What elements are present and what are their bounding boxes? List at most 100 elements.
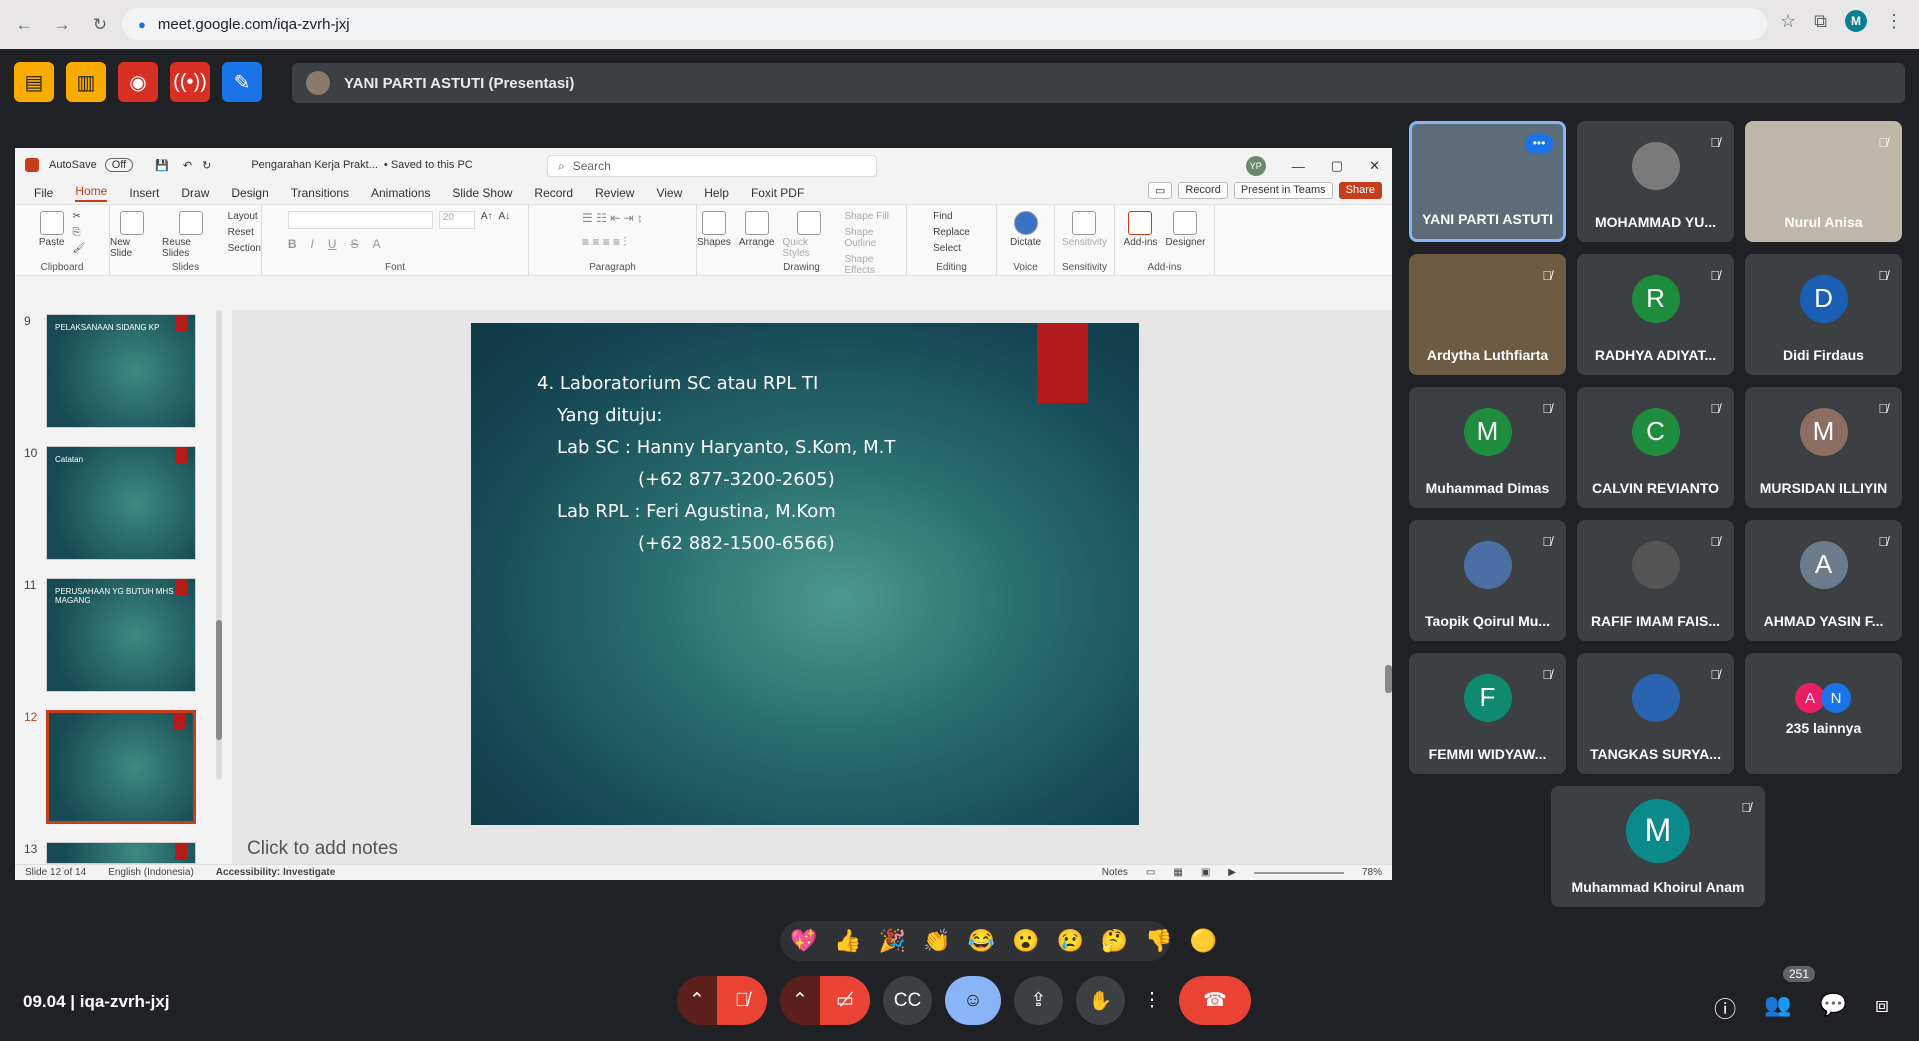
whiteboard-icon[interactable]: ▥ <box>66 62 106 102</box>
zoom-slider[interactable] <box>1253 871 1344 874</box>
zoom-level[interactable]: 78% <box>1362 867 1382 878</box>
font-color-icon[interactable]: A <box>373 237 381 251</box>
more-options-icon[interactable]: ••• <box>1525 134 1553 154</box>
others-tile[interactable]: A N 235 lainnya <box>1745 653 1902 774</box>
reaction-surprised[interactable]: 😮 <box>1012 928 1039 954</box>
accessibility-status[interactable]: Accessibility: Investigate <box>216 867 336 878</box>
reaction-sad[interactable]: 😢 <box>1056 928 1083 954</box>
participant-tile[interactable]: 🎙̸ TANGKAS SURYA... <box>1577 653 1734 774</box>
undo-icon[interactable]: ↶ <box>183 159 192 172</box>
reaction-thinking[interactable]: 🤔 <box>1101 928 1128 954</box>
participant-tile[interactable]: 🎙̸ M Muhammad Khoirul Anam <box>1551 786 1765 907</box>
grow-font-icon[interactable]: A↑ <box>481 211 493 229</box>
back-icon[interactable]: ← <box>10 11 38 39</box>
menu-file[interactable]: File <box>34 186 53 200</box>
meeting-info-icon[interactable]: ⓘ <box>1714 992 1736 1024</box>
menu-slide-show[interactable]: Slide Show <box>452 186 512 200</box>
copy-icon[interactable]: ⎘ <box>72 227 85 238</box>
present-in-teams-button[interactable]: Present in Teams <box>1233 182 1333 199</box>
cut-icon[interactable]: ✂ <box>72 211 85 222</box>
maximize-icon[interactable]: ▢ <box>1331 158 1343 174</box>
slide-thumbnail[interactable]: Catatan <box>46 446 196 560</box>
participant-tile[interactable]: 🎙̸ F FEMMI WIDYAW... <box>1409 653 1566 774</box>
save-icon[interactable]: 💾 <box>155 159 169 172</box>
redo-icon[interactable]: ↻ <box>202 159 211 172</box>
comments-icon[interactable]: ▭ <box>1147 182 1173 199</box>
reactions-button[interactable]: ☺ <box>945 976 1001 1025</box>
minimize-icon[interactable]: — <box>1292 159 1305 174</box>
raise-hand-button[interactable]: ✋ <box>1076 976 1125 1025</box>
menu-animations[interactable]: Animations <box>371 186 430 200</box>
people-icon[interactable]: 👥 <box>1764 992 1791 1024</box>
notes-placeholder[interactable]: Click to add notes <box>247 838 398 860</box>
reaction-thumbs-up[interactable]: 👍 <box>834 928 861 954</box>
participant-tile[interactable]: 🎙̸ M MURSIDAN ILLIYIN <box>1745 387 1902 508</box>
live-stream-icon[interactable]: ((•)) <box>170 62 210 102</box>
leave-call-button[interactable]: ☎ <box>1179 976 1251 1025</box>
menu-foxit-pdf[interactable]: Foxit PDF <box>751 186 804 200</box>
participant-tile[interactable]: 🎙̸ Nurul Anisa <box>1745 121 1902 242</box>
close-icon[interactable]: ✕ <box>1369 158 1380 174</box>
participant-tile[interactable]: 🎙̸ Ardytha Luthfiarta <box>1409 254 1566 375</box>
thumbnail-scrollbar[interactable] <box>216 310 222 780</box>
notes-button[interactable]: Notes <box>1102 867 1128 878</box>
recording-icon[interactable]: ◉ <box>118 62 158 102</box>
find-button[interactable]: Find <box>933 211 970 222</box>
slide-thumbnail-selected[interactable] <box>46 710 196 824</box>
slide-thumbnail[interactable]: PERUSAHAAN YG BUTUH MHS MAGANG <box>46 578 196 692</box>
menu-insert[interactable]: Insert <box>129 186 159 200</box>
reaction-heart[interactable]: 💖 <box>790 928 817 954</box>
format-painter-icon[interactable]: 🖌 <box>72 243 85 254</box>
slideshow-icon[interactable]: ▶ <box>1228 867 1236 878</box>
activities-icon[interactable]: ⧈ <box>1875 992 1889 1024</box>
captions-off-icon[interactable]: ▤ <box>14 62 54 102</box>
participant-tile[interactable]: 🎙̸ Taopik Qoirul Mu... <box>1409 520 1566 641</box>
shrink-font-icon[interactable]: A↓ <box>499 211 511 229</box>
menu-help[interactable]: Help <box>704 186 729 200</box>
menu-record[interactable]: Record <box>534 186 573 200</box>
layout-button[interactable]: Layout <box>228 211 261 222</box>
participant-tile[interactable]: 🎙̸ A AHMAD YASIN F... <box>1745 520 1902 641</box>
align-icon[interactable]: ≡ ≡ ≡ ≡ ⫶ <box>582 235 643 250</box>
user-avatar[interactable]: YP <box>1245 156 1266 176</box>
font-size-input[interactable]: 20 <box>438 211 475 229</box>
participant-tile[interactable]: 🎙̸ M Muhammad Dimas <box>1409 387 1566 508</box>
captions-button[interactable]: CC <box>883 976 932 1025</box>
bold-icon[interactable]: B <box>288 237 297 251</box>
ppt-search[interactable]: ⌕ Search <box>547 155 877 177</box>
underline-icon[interactable]: U <box>328 237 337 251</box>
reaction-clap[interactable]: 👏 <box>923 928 950 954</box>
share-button[interactable]: Share <box>1338 182 1382 199</box>
bullets-icon[interactable]: ☰ ☷ ⇤ ⇥ ↕ <box>582 211 643 225</box>
address-bar[interactable]: ● meet.google.com/iqa-zvrh-jxj <box>122 8 1767 40</box>
participant-tile[interactable]: 🎙̸ R RADHYA ADIYAT... <box>1577 254 1734 375</box>
participant-tile[interactable]: 🎙̸ D Didi Firdaus <box>1745 254 1902 375</box>
normal-view-icon[interactable]: ▭ <box>1146 867 1155 878</box>
replace-button[interactable]: Replace <box>933 227 970 238</box>
participant-tile[interactable]: 🎙̸ MOHAMMAD YU... <box>1577 121 1734 242</box>
reading-view-icon[interactable]: ▣ <box>1201 867 1210 878</box>
shape-outline-button[interactable]: Shape Outline <box>844 227 906 249</box>
profile-avatar[interactable]: M <box>1845 10 1867 32</box>
extensions-icon[interactable]: ⧉ <box>1814 11 1827 32</box>
font-name-input[interactable] <box>287 211 433 229</box>
video-options-chevron-icon[interactable]: ⌃ <box>780 976 820 1025</box>
present-screen-button[interactable]: ⇪ <box>1014 976 1063 1025</box>
reaction-laugh[interactable]: 😂 <box>968 928 995 954</box>
section-button[interactable]: Section <box>228 243 261 254</box>
italic-icon[interactable]: I <box>311 237 314 251</box>
forward-icon[interactable]: → <box>48 11 76 39</box>
mic-off-button[interactable]: 🎙̸ <box>717 976 767 1025</box>
editor-scrollbar[interactable] <box>1385 310 1392 850</box>
audio-options-chevron-icon[interactable]: ⌃ <box>677 976 717 1025</box>
reaction-thumbs-down[interactable]: 👎 <box>1145 928 1172 954</box>
reaction-party[interactable]: 🎉 <box>879 928 906 954</box>
chat-icon[interactable]: 💬 <box>1820 992 1847 1024</box>
menu-view[interactable]: View <box>656 186 682 200</box>
shape-fill-button[interactable]: Shape Fill <box>844 211 906 222</box>
menu-icon[interactable]: ⋮ <box>1885 11 1903 32</box>
more-options-button[interactable]: ⋮ <box>1138 976 1166 1025</box>
select-button[interactable]: Select <box>933 243 970 254</box>
bookmark-star-icon[interactable]: ☆ <box>1780 11 1796 32</box>
reset-button[interactable]: Reset <box>228 227 261 238</box>
